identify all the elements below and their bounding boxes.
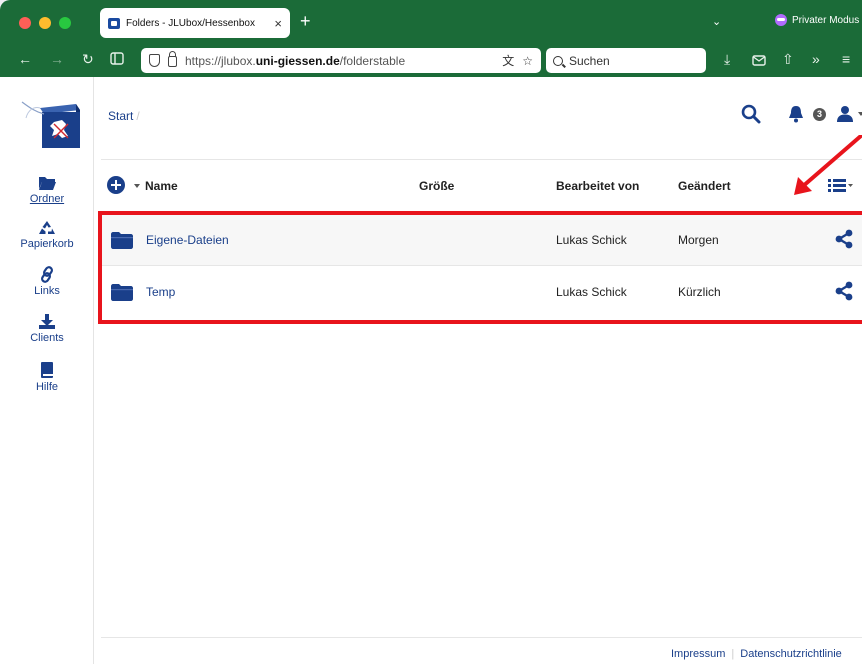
folder-open-icon: [39, 177, 56, 190]
annotation-arrow: [794, 135, 862, 195]
close-window-button[interactable]: [19, 17, 31, 29]
url-text[interactable]: https://jlubox.uni-giessen.de/folderstab…: [185, 54, 494, 68]
footer-divider: [101, 637, 862, 638]
maximize-window-button[interactable]: [59, 17, 71, 29]
divider: [101, 159, 862, 160]
search-placeholder: Suchen: [569, 53, 610, 68]
sidebar-item-ordner[interactable]: Ordner: [0, 175, 94, 205]
downloads-icon[interactable]: ⤓: [724, 51, 730, 67]
user-menu-chevron-icon[interactable]: [858, 112, 862, 116]
reload-icon[interactable]: ↻: [82, 51, 94, 67]
search-icon: [553, 55, 563, 66]
column-header-modified[interactable]: Geändert: [678, 179, 731, 193]
tab-bar: Folders - JLUbox/Hessenbox × + ⌄ Private…: [0, 0, 862, 44]
sidebar-item-label: Ordner: [29, 193, 65, 205]
footer: Impressum | Datenschutzrichtlinie: [671, 648, 842, 660]
back-arrow-icon[interactable]: ←: [18, 51, 32, 67]
add-menu-chevron-icon[interactable]: [134, 184, 140, 188]
tab-list-chevron-icon[interactable]: ⌄: [712, 15, 721, 28]
minimize-window-button[interactable]: [39, 17, 51, 29]
breadcrumb-start[interactable]: Start: [108, 109, 133, 123]
breadcrumb-separator: /: [136, 109, 140, 123]
new-tab-button[interactable]: +: [300, 12, 311, 30]
notification-badge: 3: [813, 107, 826, 121]
column-header-name[interactable]: Name: [145, 179, 178, 193]
recycle-icon: [39, 221, 55, 234]
sidebar-item-clients[interactable]: Clients: [0, 313, 94, 344]
overflow-chevrons-icon[interactable]: »: [812, 51, 820, 67]
impressum-link[interactable]: Impressum: [671, 648, 725, 660]
menu-icon[interactable]: ≡: [842, 51, 850, 67]
browser-tab[interactable]: Folders - JLUbox/Hessenbox ×: [100, 8, 290, 38]
main-panel: Start / 3 Name Größe Bearbeitet von Geän…: [101, 77, 862, 664]
bell-icon[interactable]: [787, 105, 805, 123]
search-icon[interactable]: [741, 104, 761, 124]
sidebar-item-links[interactable]: Links: [0, 266, 94, 297]
link-icon: [41, 266, 53, 283]
share-page-icon[interactable]: ⇧: [782, 51, 794, 67]
sidebar: Ordner Papierkorb Links Clients Hilfe: [0, 77, 94, 664]
private-mode-label: Privater Modus: [792, 14, 860, 26]
url-bar[interactable]: https://jlubox.uni-giessen.de/folderstab…: [141, 48, 541, 73]
sidebar-toggle-icon[interactable]: [110, 52, 124, 68]
favicon-icon: [108, 17, 120, 29]
private-mask-icon: [775, 14, 787, 26]
page-content: Ordner Papierkorb Links Clients Hilfe St…: [0, 77, 862, 664]
column-header-size[interactable]: Größe: [419, 179, 454, 193]
lock-icon[interactable]: [168, 51, 177, 67]
translate-icon[interactable]: 文: [502, 52, 514, 69]
privacy-policy-link[interactable]: Datenschutzrichtlinie: [740, 648, 842, 660]
download-icon: [39, 314, 55, 329]
annotation-highlight-box: [98, 211, 862, 324]
tab-title: Folders - JLUbox/Hessenbox: [126, 17, 255, 29]
bookmark-star-icon[interactable]: ☆: [522, 54, 533, 68]
column-header-edited-by[interactable]: Bearbeitet von: [556, 179, 639, 193]
private-mode-indicator: Privater Modus: [775, 14, 859, 26]
jlubox-logo[interactable]: [20, 100, 82, 150]
table-header: Name Größe Bearbeitet von Geändert: [101, 167, 862, 203]
search-input[interactable]: Suchen: [546, 48, 706, 73]
header-actions: 3: [741, 104, 862, 124]
sidebar-item-label: Links: [34, 285, 60, 297]
sidebar-item-papierkorb[interactable]: Papierkorb: [0, 220, 94, 250]
browser-window: Folders - JLUbox/Hessenbox × + ⌄ Private…: [0, 0, 862, 664]
forward-arrow-icon[interactable]: →: [50, 51, 64, 67]
book-icon: [41, 362, 53, 378]
footer-separator: |: [731, 648, 735, 660]
tab-close-icon[interactable]: ×: [274, 16, 282, 31]
sidebar-item-label: Hilfe: [35, 381, 58, 393]
sidebar-item-label: Papierkorb: [20, 238, 74, 250]
navigation-toolbar: ← → ↻ https://jlubox.uni-giessen.de/fold…: [0, 44, 862, 77]
mail-icon[interactable]: [752, 53, 766, 69]
sidebar-item-label: Clients: [30, 332, 64, 344]
sidebar-item-hilfe[interactable]: Hilfe: [0, 361, 94, 393]
user-icon[interactable]: [836, 105, 854, 123]
add-folder-button[interactable]: [107, 176, 125, 194]
tracking-shield-icon[interactable]: [149, 54, 160, 67]
